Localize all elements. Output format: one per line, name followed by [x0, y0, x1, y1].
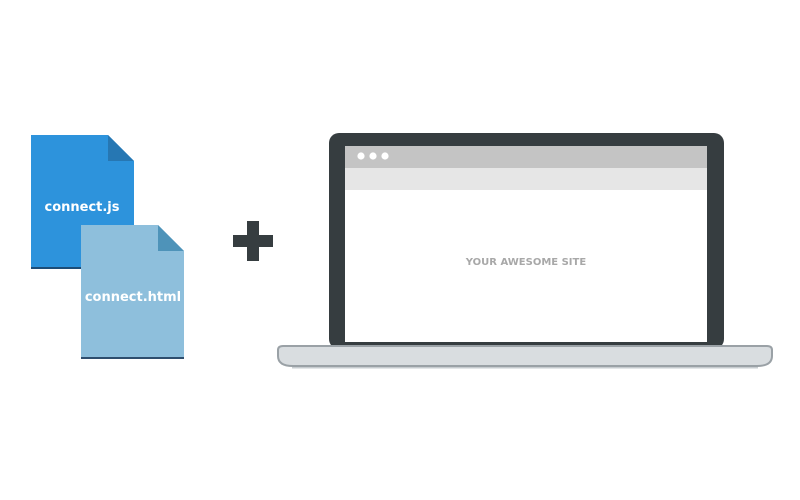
- connect-html-file-icon: connect.html: [81, 225, 184, 359]
- browser-dot-icon: [357, 152, 365, 160]
- connect-html-label: connect.html: [85, 290, 181, 305]
- browser-dot-icon: [381, 152, 389, 160]
- site-placeholder-text: YOUR AWESOME SITE: [465, 257, 587, 268]
- connect-js-file-fold: [108, 135, 134, 161]
- laptop-base: [277, 345, 773, 367]
- browser-window: YOUR AWESOME SITE: [345, 146, 707, 342]
- browser-addressbar: [345, 168, 707, 190]
- plus-icon: [233, 221, 273, 261]
- connect-diagram: connect.js connect.html YOUR AWESOME SIT…: [31, 133, 773, 369]
- browser-dot-icon: [369, 152, 377, 160]
- connect-js-label: connect.js: [44, 200, 119, 215]
- browser-titlebar: [345, 146, 707, 168]
- connect-html-file-fold: [158, 225, 184, 251]
- laptop-icon: YOUR AWESOME SITE: [277, 133, 773, 369]
- connect-html-file-base: [81, 357, 184, 359]
- laptop-base-shadow: [292, 367, 758, 369]
